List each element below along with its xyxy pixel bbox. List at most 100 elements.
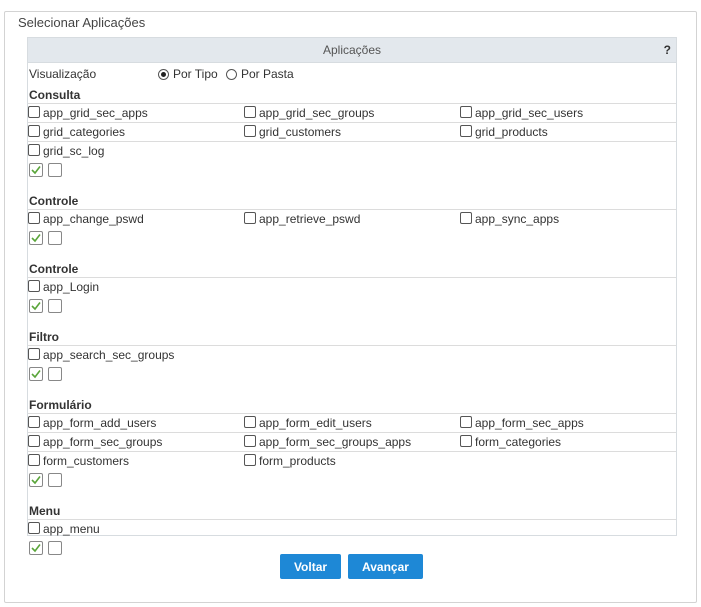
app-name-label: app_menu — [43, 522, 100, 536]
app-checkbox-item[interactable]: app_change_pswd — [28, 210, 144, 228]
app-row: app_change_pswd app_retrieve_pswd app_sync… — [28, 209, 676, 228]
app-row: form_customers form_products — [28, 451, 676, 470]
section-5: Menu app_menu — [28, 501, 676, 559]
app-checkbox-item[interactable]: app_menu — [28, 520, 100, 538]
app-checkbox[interactable] — [28, 212, 40, 224]
radio-por-tipo[interactable]: Por Tipo — [158, 63, 218, 85]
deselect-all-icon[interactable] — [48, 367, 62, 381]
app-name-label: app_change_pswd — [43, 212, 144, 226]
app-checkbox[interactable] — [28, 522, 40, 534]
app-row: app_menu — [28, 519, 676, 538]
app-checkbox[interactable] — [460, 435, 472, 447]
app-checkbox[interactable] — [460, 416, 472, 428]
app-row: grid_categories grid_customers grid_produc… — [28, 122, 676, 141]
select-all-icon[interactable] — [29, 299, 43, 313]
app-checkbox[interactable] — [244, 106, 256, 118]
deselect-all-icon[interactable] — [48, 231, 62, 245]
app-checkbox[interactable] — [460, 125, 472, 137]
select-all-icon[interactable] — [29, 367, 43, 381]
app-checkbox-item[interactable]: app_grid_sec_groups — [244, 104, 374, 122]
section-title: Controle — [29, 194, 79, 208]
app-row: app_Login — [28, 277, 676, 296]
deselect-all-icon[interactable] — [48, 473, 62, 487]
app-name-label: form_customers — [43, 454, 130, 468]
app-name-label: grid_products — [475, 125, 548, 139]
section-title: Filtro — [29, 330, 59, 344]
app-name-label: app_form_sec_groups_apps — [259, 435, 412, 449]
app-checkbox-item[interactable]: form_customers — [28, 452, 129, 470]
app-name-label: app_form_sec_apps — [475, 416, 584, 430]
avancar-button[interactable]: Avançar — [348, 554, 423, 579]
radio-por-pasta[interactable]: Por Pasta — [226, 63, 294, 85]
app-name-label: app_retrieve_pswd — [259, 212, 361, 226]
deselect-all-icon[interactable] — [48, 541, 62, 555]
app-checkbox[interactable] — [28, 454, 40, 466]
radio-por-tipo-label: Por Tipo — [173, 67, 218, 81]
app-checkbox-item[interactable]: app_form_sec_apps — [460, 414, 584, 432]
app-checkbox-item[interactable]: app_form_sec_groups — [28, 433, 162, 451]
select-all-icon[interactable] — [29, 163, 43, 177]
app-checkbox[interactable] — [460, 106, 472, 118]
app-checkbox[interactable] — [28, 416, 40, 428]
section-4: Formulário app_form_add_users app_form_edi… — [28, 395, 676, 501]
select-all-icon[interactable] — [29, 231, 43, 245]
select-all-icon[interactable] — [29, 473, 43, 487]
app-name-label: app_Login — [43, 280, 100, 294]
section-select-actions — [28, 229, 676, 249]
app-checkbox-item[interactable]: app_retrieve_pswd — [244, 210, 360, 228]
app-checkbox-item[interactable]: app_search_sec_groups — [28, 346, 174, 364]
select-all-icon[interactable] — [29, 541, 43, 555]
section-title: Consulta — [29, 88, 81, 102]
app-checkbox-item[interactable]: app_form_sec_groups_apps — [244, 433, 411, 451]
app-checkbox[interactable] — [28, 144, 40, 156]
app-checkbox-item[interactable]: app_sync_apps — [460, 210, 559, 228]
radio-selected-icon[interactable] — [158, 68, 169, 80]
app-name-label: app_grid_sec_users — [475, 106, 584, 120]
app-checkbox[interactable] — [28, 435, 40, 447]
app-name-label: app_search_sec_groups — [43, 348, 175, 362]
app-checkbox[interactable] — [244, 416, 256, 428]
section-2: Controle app_Login — [28, 259, 676, 327]
app-checkbox-item[interactable]: grid_products — [460, 123, 548, 141]
app-row: app_search_sec_groups — [28, 345, 676, 364]
applications-panel: Aplicações ? Visualização Por Tipo Por P… — [27, 37, 677, 555]
help-icon[interactable]: ? — [664, 38, 671, 62]
app-checkbox[interactable] — [244, 125, 256, 137]
app-checkbox-item[interactable]: grid_customers — [244, 123, 341, 141]
section-1: Controle app_change_pswd app_retrieve_pswd… — [28, 191, 676, 259]
app-checkbox[interactable] — [28, 348, 40, 360]
app-checkbox[interactable] — [28, 125, 40, 137]
app-row: app_form_add_users app_form_edit_users app… — [28, 413, 676, 432]
app-checkbox[interactable] — [28, 106, 40, 118]
app-checkbox-item[interactable]: app_grid_sec_apps — [28, 104, 148, 122]
app-checkbox[interactable] — [28, 280, 40, 292]
radio-unselected-icon[interactable] — [226, 68, 237, 80]
deselect-all-icon[interactable] — [48, 299, 62, 313]
voltar-button[interactable]: Voltar — [280, 554, 341, 579]
app-checkbox[interactable] — [244, 212, 256, 224]
app-checkbox[interactable] — [244, 435, 256, 447]
app-checkbox-item[interactable]: form_products — [244, 452, 336, 470]
app-checkbox-item[interactable]: app_form_edit_users — [244, 414, 372, 432]
app-checkbox[interactable] — [460, 212, 472, 224]
app-row: app_form_sec_groups app_form_sec_groups_a… — [28, 432, 676, 451]
app-name-label: app_grid_sec_groups — [259, 106, 375, 120]
app-checkbox-item[interactable]: grid_sc_log — [28, 142, 104, 160]
app-checkbox-item[interactable]: app_form_add_users — [28, 414, 156, 432]
app-name-label: app_form_add_users — [43, 416, 157, 430]
app-row: grid_sc_log — [28, 141, 676, 160]
app-checkbox-item[interactable]: app_grid_sec_users — [460, 104, 583, 122]
section-select-actions — [28, 471, 676, 491]
app-name-label: grid_categories — [43, 125, 126, 139]
section-0: Consulta app_grid_sec_apps app_grid_sec_gr… — [28, 85, 676, 191]
app-checkbox[interactable] — [244, 454, 256, 466]
app-checkbox-item[interactable]: grid_categories — [28, 123, 125, 141]
app-checkbox-item[interactable]: app_Login — [28, 278, 99, 296]
panel-title: Aplicações — [322, 43, 382, 57]
section-select-actions — [28, 365, 676, 385]
app-checkbox-item[interactable]: form_categories — [460, 433, 561, 451]
deselect-all-icon[interactable] — [48, 163, 62, 177]
